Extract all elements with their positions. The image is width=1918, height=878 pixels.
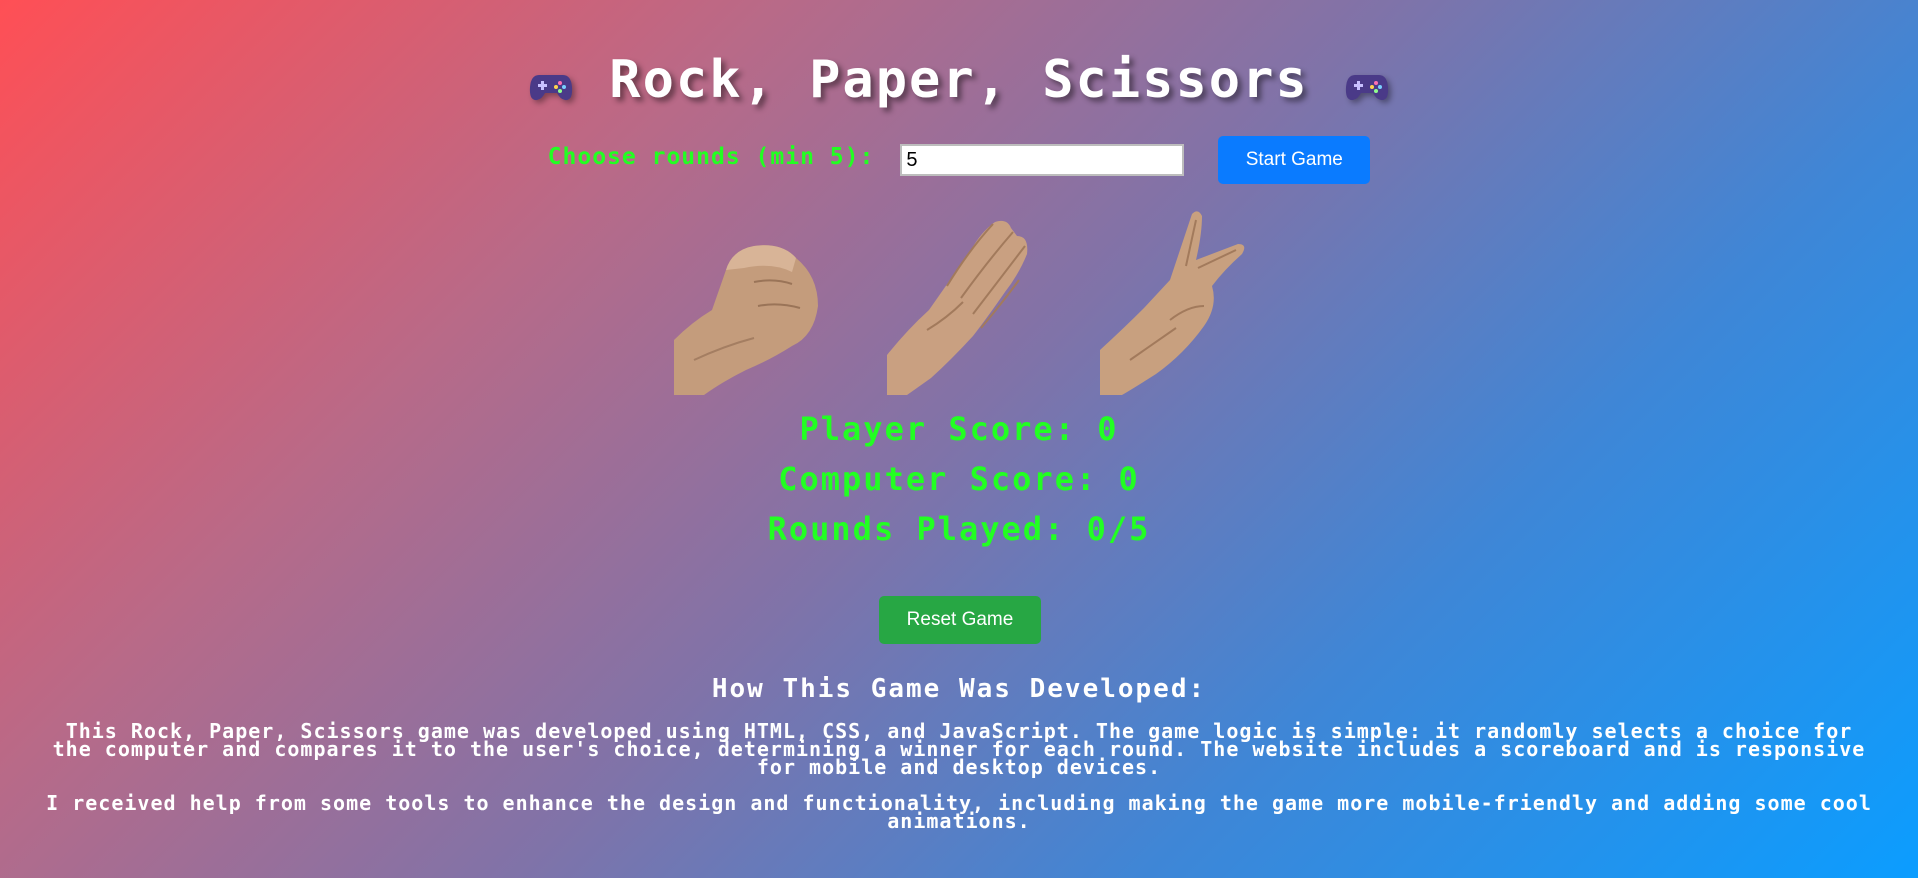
title-row: Rock, Paper, Scissors [0,50,1918,110]
gamepad-icon [530,75,573,101]
rounds-row: Choose rounds (min 5): Start Game [0,136,1918,184]
player-score: Player Score: 0 [799,410,1119,448]
reset-game-button[interactable]: Reset Game [879,596,1041,644]
rounds-input[interactable] [900,144,1185,176]
scoreboard: Player Score: 0 Computer Score: 0 Rounds… [0,410,1918,560]
rock-hand-image[interactable] [673,210,819,395]
rounds-label: Choose rounds (min 5): [547,144,875,170]
start-game-button[interactable]: Start Game [1218,136,1371,184]
computer-score: Computer Score: 0 [778,460,1140,498]
about-paragraph: I received help from some tools to enhan… [46,791,1872,833]
scissors-hand-image[interactable] [1099,210,1245,395]
rounds-played: Rounds Played: 0/5 [767,510,1151,548]
gamepad-icon [1345,75,1388,101]
page-title: Rock, Paper, Scissors [609,50,1309,110]
about-title: How This Game Was Developed: [711,674,1207,704]
choices-row [0,210,1918,395]
paper-hand-image[interactable] [886,210,1032,395]
about-paragraph: This Rock, Paper, Scissors game was deve… [52,719,1866,779]
